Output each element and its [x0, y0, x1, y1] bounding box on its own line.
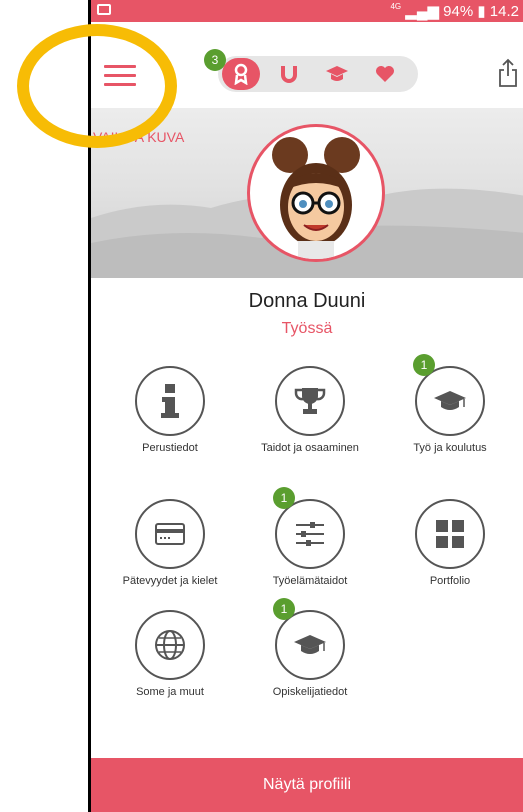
magnet-icon	[281, 66, 297, 83]
graduation-cap-icon	[294, 635, 326, 654]
grid-icon	[436, 520, 464, 548]
tile-circle[interactable]	[275, 366, 345, 436]
tile-badge: 1	[273, 487, 295, 509]
tile-circle[interactable]	[135, 366, 205, 436]
heart-icon	[376, 66, 394, 82]
show-profile-button[interactable]: Näytä profiili	[91, 758, 523, 812]
tile-label: Perustiedot	[142, 442, 198, 454]
status-right: 4G ▂▄▆ 94% ▮ 14.2	[390, 2, 519, 20]
sliders-icon	[296, 522, 324, 546]
signal-icon: ▂▄▆	[405, 3, 439, 20]
tile-circle[interactable]: 1	[273, 487, 345, 569]
tile-label: Työelämätaidot	[272, 575, 348, 587]
tile-circle[interactable]	[135, 499, 205, 569]
tab-magnet[interactable]	[270, 58, 308, 90]
tile-label: Taidot ja osaaminen	[261, 442, 359, 454]
tab-education[interactable]	[318, 58, 356, 90]
tile-circle[interactable]: 1	[413, 354, 485, 436]
highlight-ring	[17, 24, 177, 148]
card-icon	[155, 523, 185, 545]
clock: 14.2	[489, 3, 519, 20]
tile-label: Työ ja koulutus	[413, 442, 487, 454]
tile-portfolio[interactable]: Portfolio	[385, 499, 515, 587]
globe-icon	[155, 630, 185, 660]
tile-badge: 1	[413, 354, 435, 376]
tile-some-ja-muut[interactable]: Some ja muut	[105, 610, 235, 698]
tab-badges[interactable]	[222, 58, 260, 90]
tile-perustiedot[interactable]: Perustiedot	[105, 366, 235, 454]
battery-icon: ▮	[477, 3, 486, 20]
mail-icon	[97, 4, 111, 15]
profile-status: Työssä	[281, 320, 333, 337]
tile-circle[interactable]	[415, 499, 485, 569]
badge-icon	[234, 63, 248, 85]
category-tabs: 3	[204, 49, 418, 92]
tile-label: Some ja muut	[136, 686, 204, 698]
avatar[interactable]	[247, 124, 385, 262]
tile-label: Opiskelijatiedot	[272, 686, 348, 698]
info-icon	[161, 384, 179, 418]
status-bar: 4G ▂▄▆ 94% ▮ 14.2	[91, 0, 523, 22]
graduation-cap-icon	[326, 66, 348, 81]
tile-badge: 1	[273, 598, 295, 620]
tile-circle[interactable]: 1	[273, 598, 345, 680]
tile-taidot[interactable]: Taidot ja osaaminen	[245, 366, 375, 454]
tile-tyo-ja-koulutus[interactable]: 1 Työ ja koulutus	[385, 354, 515, 454]
tile-label: Portfolio	[429, 575, 471, 587]
share-icon[interactable]	[497, 58, 519, 88]
graduation-cap-icon	[434, 391, 466, 410]
tile-label: Pätevyydet ja kielet	[122, 575, 218, 587]
battery-percent: 94%	[443, 3, 474, 20]
tab-favorites[interactable]	[366, 58, 404, 90]
tile-tyoelamataidot[interactable]: 1 Työelämätaidot	[245, 487, 375, 587]
tile-patevyydet[interactable]: Pätevyydet ja kielet	[105, 499, 235, 587]
tile-opiskelijatiedot[interactable]: 1 Opiskelijatiedot	[245, 598, 375, 698]
trophy-icon	[294, 388, 326, 414]
profile-name: Donna Duuni	[248, 290, 366, 312]
avatar-emoji	[272, 137, 360, 259]
tile-circle[interactable]	[135, 610, 205, 680]
network-type: 4G	[390, 2, 402, 11]
